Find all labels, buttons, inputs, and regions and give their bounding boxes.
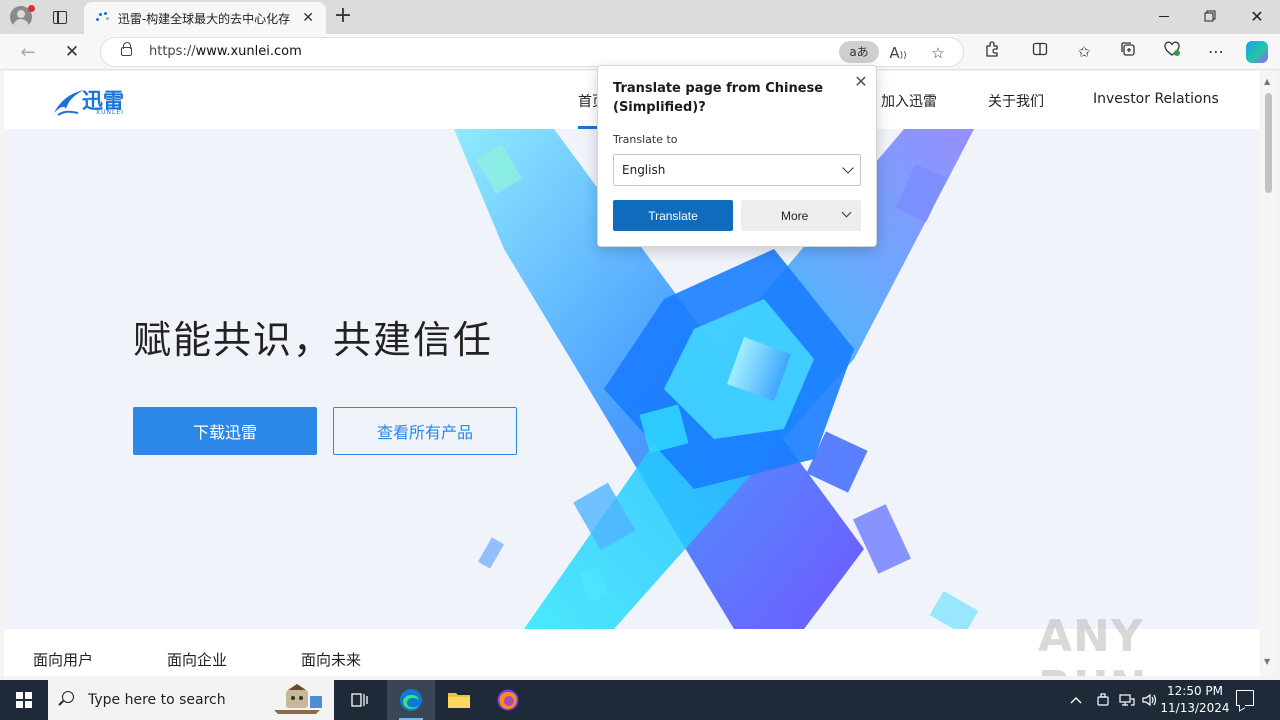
xunlei-bird-icon	[54, 90, 84, 116]
favorite-star-icon[interactable]: ☆	[927, 42, 949, 64]
show-hidden-icons-button[interactable]	[1070, 680, 1082, 720]
xunlei-logo[interactable]: 迅雷 XUNLEI	[52, 83, 128, 117]
translate-to-label: Translate to	[613, 133, 678, 146]
page-scrollbar[interactable]: ▲ ▼	[1261, 71, 1276, 676]
nav-investor-relations[interactable]: Investor Relations	[1093, 91, 1219, 107]
browser-essentials-icon[interactable]	[1160, 40, 1184, 64]
split-icon	[1032, 42, 1048, 56]
tab-for-users[interactable]: 面向用户	[33, 649, 93, 670]
task-view-icon	[351, 693, 368, 707]
chevron-down-icon	[842, 162, 854, 174]
nav-about-us[interactable]: 关于我们	[988, 91, 1044, 111]
loading-favicon-icon	[94, 10, 110, 26]
taskbar-search-box[interactable]: Type here to search	[48, 680, 334, 720]
anyrun-watermark: ANY RUN	[1038, 611, 1146, 676]
new-tab-button[interactable]: +	[330, 4, 356, 30]
view-all-products-button[interactable]: 查看所有产品	[333, 407, 517, 455]
scroll-thumb[interactable]	[1265, 93, 1272, 193]
translate-popup-title: Translate page from Chinese (Simplified)…	[613, 81, 824, 115]
collections-glyph-icon	[1121, 42, 1135, 56]
clock-date: 11/13/2024	[1160, 701, 1230, 715]
window-restore-button[interactable]	[1187, 0, 1233, 32]
close-icon[interactable]: ✕	[852, 72, 870, 91]
copilot-icon[interactable]	[1246, 41, 1268, 63]
task-view-button[interactable]	[336, 680, 384, 720]
chevron-up-icon	[1070, 697, 1082, 704]
url-scheme: https://	[149, 44, 196, 59]
puzzle-icon	[986, 41, 998, 57]
browser-tab-active[interactable]: 迅雷-构建全球最大的去中心化存 ✕	[84, 2, 326, 34]
window-minimize-button[interactable]	[1141, 0, 1187, 32]
url-host: www.xunlei.com	[195, 44, 302, 59]
scroll-down-arrow-icon[interactable]: ▼	[1264, 657, 1270, 666]
clock-time: 12:50 PM	[1167, 684, 1223, 698]
tab-for-future[interactable]: 面向未来	[301, 649, 361, 670]
hero-title: 赋能共识，共建信任	[133, 318, 494, 362]
chevron-down-icon	[841, 207, 852, 218]
restore-icon	[1204, 10, 1216, 22]
more-options-button[interactable]: More	[741, 200, 861, 231]
folder-icon	[448, 693, 470, 708]
taskbar-search-placeholder: Type here to search	[88, 692, 226, 708]
taskbar-file-explorer-app[interactable]	[435, 680, 483, 720]
windows-logo-icon	[16, 692, 32, 708]
taskbar-firefox-app[interactable]	[484, 680, 532, 720]
lock-icon[interactable]	[121, 42, 132, 56]
tab-actions-icon	[53, 10, 67, 24]
back-button[interactable]: ←	[14, 38, 42, 66]
tab-for-enterprises[interactable]: 面向企业	[167, 649, 227, 670]
edge-browser-icon	[400, 689, 422, 711]
network-icon	[1119, 694, 1135, 706]
tray-volume-icon[interactable]	[1142, 680, 1158, 720]
search-icon	[62, 691, 74, 703]
address-bar[interactable]: https://www.xunlei.com aあ A)) ☆	[100, 37, 964, 67]
profile-notification-dot	[28, 5, 35, 12]
browser-tab-strip: 迅雷-构建全球最大的去中心化存 ✕ + ✕	[0, 0, 1280, 34]
read-aloud-icon[interactable]: A))	[887, 42, 909, 64]
url-text[interactable]: https://www.xunlei.com	[149, 44, 302, 59]
extensions-icon[interactable]	[980, 40, 1004, 64]
translate-popup: Translate page from Chinese (Simplified)…	[597, 65, 877, 247]
firefox-icon	[497, 689, 519, 711]
split-screen-icon[interactable]	[1028, 40, 1052, 64]
collections-icon[interactable]	[1116, 40, 1140, 64]
windows-taskbar: Type here to search 12:50 PM 11/13/2024	[0, 680, 1280, 720]
taskbar-edge-app[interactable]	[387, 680, 435, 720]
favorites-icon[interactable]: ✩	[1072, 40, 1096, 64]
tab-title: 迅雷-构建全球最大的去中心化存	[117, 11, 291, 26]
tray-security-icon[interactable]	[1096, 680, 1110, 720]
taskbar-clock[interactable]: 12:50 PM 11/13/2024	[1160, 683, 1230, 717]
tab-close-icon[interactable]: ✕	[300, 10, 316, 26]
download-xunlei-button[interactable]: 下载迅雷	[133, 407, 317, 455]
logo-subtext: XUNLEI	[96, 109, 124, 116]
selected-language: English	[622, 163, 666, 177]
heart-pulse-icon	[1164, 41, 1180, 56]
tray-network-icon[interactable]	[1119, 680, 1135, 720]
tab-actions-button[interactable]	[44, 4, 76, 30]
start-button[interactable]	[0, 680, 48, 720]
target-language-select[interactable]: English	[613, 154, 861, 186]
translate-page-icon[interactable]: aあ	[839, 41, 879, 63]
usb-device-icon	[1097, 693, 1109, 706]
stop-loading-button[interactable]: ✕	[58, 38, 86, 66]
speaker-icon	[1142, 693, 1157, 707]
notification-center-icon[interactable]	[1236, 690, 1254, 706]
search-highlight-illustration-icon	[274, 684, 322, 714]
window-close-button[interactable]: ✕	[1234, 0, 1280, 32]
more-button-label: More	[781, 208, 809, 223]
nav-join-us[interactable]: 加入迅雷	[881, 91, 937, 111]
translate-button[interactable]: Translate	[613, 200, 733, 231]
settings-more-icon[interactable]: ⋯	[1204, 40, 1228, 64]
scroll-up-arrow-icon[interactable]: ▲	[1264, 77, 1270, 86]
